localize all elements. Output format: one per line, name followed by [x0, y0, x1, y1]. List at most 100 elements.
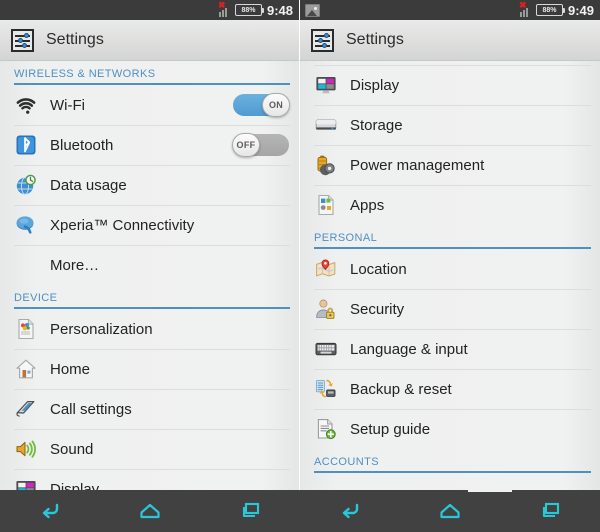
display-icon [314, 73, 338, 97]
system-navigation-bar [0, 490, 600, 532]
list-item-wifi[interactable]: Wi-Fi ON [0, 85, 299, 125]
battery-icon: 88% [234, 4, 264, 16]
section-header-personal: PERSONAL [314, 232, 378, 244]
status-bar-notifications [305, 3, 520, 17]
section-header-accounts: ACCOUNTS [314, 456, 379, 468]
list-item-bluetooth[interactable]: Bluetooth OFF [0, 125, 299, 165]
clock: 9:48 [266, 2, 293, 18]
settings-sliders-icon [311, 28, 334, 52]
battery-icon: 88% [535, 4, 565, 16]
security-icon [314, 297, 338, 321]
toggle-knob: ON [262, 93, 290, 117]
home-icon [14, 357, 38, 381]
list-item-storage[interactable]: Storage [300, 105, 600, 145]
status-bar-system: ✖ 88% 9:49 [518, 0, 594, 18]
apps-icon [314, 193, 338, 217]
backup-reset-icon [314, 377, 338, 401]
list-item-display[interactable]: Display [300, 65, 600, 105]
status-bar: ✖ 88% 9:48 [0, 0, 299, 20]
language-input-icon [314, 337, 338, 361]
signal-bars-icon: ✖ [518, 0, 531, 17]
nav-bar-right [300, 490, 600, 532]
no-sim-icon: ✖ [518, 0, 527, 10]
battery-percent: 88% [542, 6, 557, 14]
list-item-label: Data usage [50, 176, 127, 194]
page-title: Settings [46, 31, 104, 48]
list-item-backup-reset[interactable]: Backup & reset [300, 369, 600, 409]
home-button[interactable] [427, 494, 473, 528]
call-settings-icon [14, 397, 38, 421]
toggle-state-label: OFF [236, 139, 256, 150]
list-item-label: More… [50, 256, 100, 274]
settings-sliders-icon [11, 28, 34, 52]
no-sim-icon: ✖ [217, 0, 226, 10]
list-item-label: Wi-Fi [50, 96, 85, 114]
toggle-knob: OFF [232, 133, 260, 157]
bluetooth-toggle[interactable]: OFF [232, 133, 289, 157]
list-item-more[interactable]: More… [0, 245, 299, 285]
status-bar-system: ✖ 88% 9:48 [217, 0, 293, 18]
list-item-sound[interactable]: Sound [0, 429, 299, 469]
list-item-label: Language & input [350, 340, 468, 358]
section-header-wireless: WIRELESS & NETWORKS [14, 68, 156, 80]
list-item-label: Backup & reset [350, 380, 452, 398]
clock: 9:49 [567, 2, 594, 18]
list-item-label: Bluetooth [50, 136, 114, 154]
settings-screen-right: ✖ 88% 9:49 Settings Display Storage Powe… [300, 0, 600, 532]
list-item-location[interactable]: Location [300, 249, 600, 289]
list-item-label: Home [50, 360, 91, 378]
setup-guide-icon [314, 417, 338, 441]
list-item-label: Sound [50, 440, 94, 458]
settings-list-left[interactable]: WIRELESS & NETWORKS Wi-Fi ON Bluetooth O… [0, 61, 299, 532]
personalization-icon [14, 317, 38, 341]
wifi-icon [14, 93, 38, 117]
home-outline-icon [440, 503, 460, 519]
nav-bar-left [0, 490, 300, 532]
recents-button[interactable] [527, 494, 573, 528]
list-item-label: Personalization [50, 320, 153, 338]
action-bar: Settings [0, 20, 299, 61]
battery-percent: 88% [241, 6, 256, 14]
section-divider [314, 471, 591, 473]
list-item-apps[interactable]: Apps [300, 185, 600, 225]
sound-icon [14, 437, 38, 461]
back-arrow-icon [342, 503, 359, 519]
status-bar: ✖ 88% 9:49 [300, 0, 600, 20]
xperia-connectivity-icon [14, 213, 38, 237]
list-item-setup-guide[interactable]: Setup guide [300, 409, 600, 449]
list-item-label: Security [350, 300, 405, 318]
list-item-personalization[interactable]: Personalization [0, 309, 299, 349]
dual-screenshot-container: ✖ 88% 9:48 Settings WIRELESS & NETWORKS [0, 0, 600, 532]
list-item-label: Apps [350, 196, 385, 214]
recent-apps-icon [542, 502, 560, 518]
list-item-language-input[interactable]: Language & input [300, 329, 600, 369]
screenshot-icon [305, 3, 320, 17]
list-item-label: Location [350, 260, 407, 278]
home-button[interactable] [127, 494, 173, 528]
home-outline-icon [140, 503, 160, 519]
list-item-label: Power management [350, 156, 485, 174]
back-arrow-icon [42, 503, 59, 519]
list-item-label: Setup guide [350, 420, 431, 438]
list-item-label: Call settings [50, 400, 132, 418]
list-item-home[interactable]: Home [0, 349, 299, 389]
list-item-xperia-connectivity[interactable]: Xperia™ Connectivity [0, 205, 299, 245]
wifi-toggle[interactable]: ON [233, 93, 290, 117]
list-item-label: Display [350, 76, 400, 94]
back-button[interactable] [327, 494, 373, 528]
signal-bars-icon: ✖ [217, 0, 230, 17]
list-item-power-management[interactable]: Power management [300, 145, 600, 185]
list-item-data-usage[interactable]: Data usage [0, 165, 299, 205]
settings-list-right[interactable]: Display Storage Power management Apps PE… [300, 61, 600, 532]
back-button[interactable] [27, 494, 73, 528]
settings-screen-left: ✖ 88% 9:48 Settings WIRELESS & NETWORKS [0, 0, 300, 532]
recents-button[interactable] [227, 494, 273, 528]
power-management-icon [314, 153, 338, 177]
bluetooth-icon [14, 133, 38, 157]
list-item-security[interactable]: Security [300, 289, 600, 329]
list-item-call-settings[interactable]: Call settings [0, 389, 299, 429]
list-item-label: Storage [350, 116, 403, 134]
action-bar: Settings [300, 20, 600, 61]
location-icon [314, 257, 338, 281]
toggle-state-label: ON [268, 99, 284, 110]
